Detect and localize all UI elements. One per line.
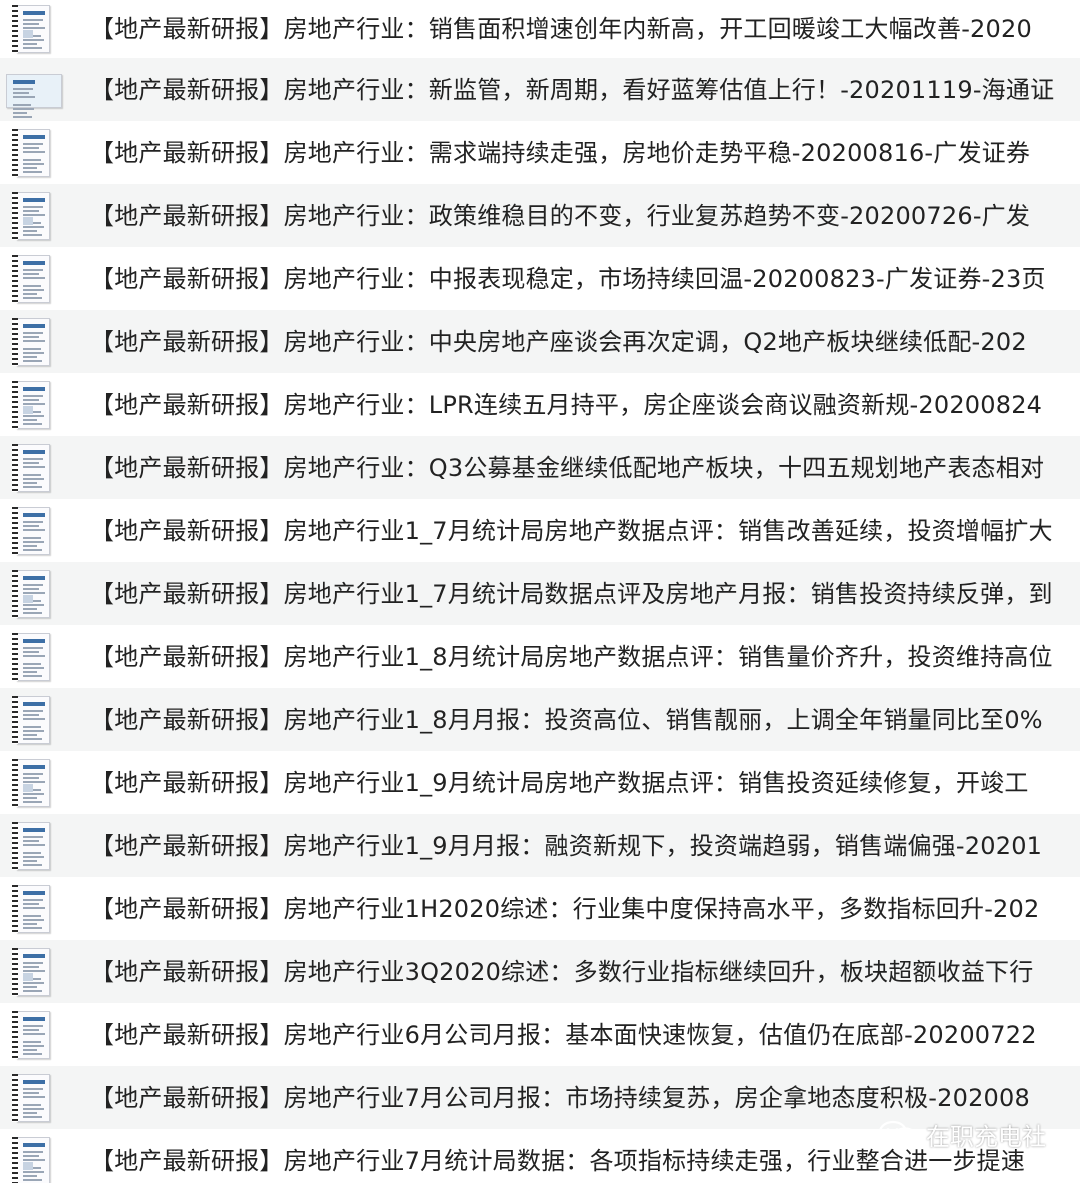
file-name: 【地产最新研报】房地产行业1H2020综述：行业集中度保持高水平，多数指标回升-…: [90, 894, 1040, 923]
file-row[interactable]: 【地产最新研报】房地产行业1H2020综述：行业集中度保持高水平，多数指标回升-…: [0, 877, 1080, 940]
file-name: 【地产最新研报】房地产行业1_7月统计局房地产数据点评：销售改善延续，投资增幅扩…: [90, 516, 1053, 545]
file-name: 【地产最新研报】房地产行业1_7月统计局数据点评及房地产月报：销售投资持续反弹，…: [90, 579, 1053, 608]
file-row[interactable]: 【地产最新研报】房地产行业1_8月统计局房地产数据点评：销售量价齐升，投资维持高…: [0, 625, 1080, 688]
file-row[interactable]: 【地产最新研报】房地产行业：Q3公募基金继续低配地产板块，十四五规划地产表态相对: [0, 436, 1080, 499]
watermark: 在职充电社: [878, 1117, 1046, 1151]
file-name: 【地产最新研报】房地产行业：LPR连续五月持平，房企座谈会商议融资新规-2020…: [90, 390, 1043, 419]
file-row[interactable]: 【地产最新研报】房地产行业1_7月统计局数据点评及房地产月报：销售投资持续反弹，…: [0, 562, 1080, 625]
watermark-text: 在职充电社: [926, 1122, 1046, 1151]
file-row[interactable]: 【地产最新研报】房地产行业：政策维稳目的不变，行业复苏趋势不变-20200726…: [0, 184, 1080, 247]
file-row[interactable]: 【地产最新研报】房地产行业3Q2020综述：多数行业指标继续回升，板块超额收益下…: [0, 940, 1080, 1003]
file-row[interactable]: 【地产最新研报】房地产行业6月公司月报：基本面快速恢复，估值仍在底部-20200…: [0, 1003, 1080, 1066]
file-name: 【地产最新研报】房地产行业：销售面积增速创年内新高，开工回暖竣工大幅改善-202…: [90, 15, 1032, 43]
file-name: 【地产最新研报】房地产行业：中报表现稳定，市场持续回温-20200823-广发证…: [90, 264, 1046, 293]
file-name: 【地产最新研报】房地产行业3Q2020综述：多数行业指标继续回升，板块超额收益下…: [90, 957, 1034, 986]
pdf-thumbnail-icon: [12, 568, 52, 620]
pdf-thumbnail-icon: [12, 505, 52, 557]
file-name: 【地产最新研报】房地产行业6月公司月报：基本面快速恢复，估值仍在底部-20200…: [90, 1020, 1037, 1049]
file-name: 【地产最新研报】房地产行业：新监管，新周期，看好蓝筹估值上行！-20201119…: [90, 75, 1055, 104]
file-row[interactable]: 【地产最新研报】房地产行业：中央房地产座谈会再次定调，Q2地产板块继续低配-20…: [0, 310, 1080, 373]
pdf-thumbnail-icon: [12, 694, 52, 746]
file-list: 【地产最新研报】房地产行业：销售面积增速创年内新高，开工回暖竣工大幅改善-202…: [0, 0, 1080, 1183]
pdf-thumbnail-icon: [12, 379, 52, 431]
file-name: 【地产最新研报】房地产行业：需求端持续走强，房地价走势平稳-20200816-广…: [90, 138, 1031, 167]
file-row[interactable]: 【地产最新研报】房地产行业1_7月统计局房地产数据点评：销售改善延续，投资增幅扩…: [0, 499, 1080, 562]
file-name: 【地产最新研报】房地产行业1_8月统计局房地产数据点评：销售量价齐升，投资维持高…: [90, 642, 1053, 671]
file-row[interactable]: 【地产最新研报】房地产行业：LPR连续五月持平，房企座谈会商议融资新规-2020…: [0, 373, 1080, 436]
file-name: 【地产最新研报】房地产行业1_8月月报：投资高位、销售靓丽，上调全年销量同比至0…: [90, 705, 1043, 734]
file-row[interactable]: 【地产最新研报】房地产行业1_8月月报：投资高位、销售靓丽，上调全年销量同比至0…: [0, 688, 1080, 751]
file-name: 【地产最新研报】房地产行业：中央房地产座谈会再次定调，Q2地产板块继续低配-20…: [90, 327, 1027, 356]
pdf-thumbnail-icon: [12, 757, 52, 809]
pdf-thumbnail-icon: [12, 316, 52, 368]
file-row[interactable]: 【地产最新研报】房地产行业1_9月月报：融资新规下，投资端趋弱，销售端偏强-20…: [0, 814, 1080, 877]
pdf-thumbnail-icon: [12, 820, 52, 872]
pdf-thumbnail-icon: [12, 1135, 52, 1183]
pdf-thumbnail-icon: [12, 631, 52, 683]
file-row[interactable]: 【地产最新研报】房地产行业：中报表现稳定，市场持续回温-20200823-广发证…: [0, 247, 1080, 310]
file-name: 【地产最新研报】房地产行业：Q3公募基金继续低配地产板块，十四五规划地产表态相对: [90, 453, 1045, 482]
pdf-thumbnail-icon: [12, 1072, 52, 1124]
pdf-thumbnail-icon: [12, 1009, 52, 1061]
pdf-thumbnail-icon: [12, 253, 52, 305]
pdf-thumbnail-icon: [12, 127, 52, 179]
file-row[interactable]: 【地产最新研报】房地产行业：销售面积增速创年内新高，开工回暖竣工大幅改善-202…: [0, 0, 1080, 58]
pdf-thumbnail-icon: [12, 442, 52, 494]
file-name: 【地产最新研报】房地产行业7月公司月报：市场持续复苏，房企拿地态度积极-2020…: [90, 1083, 1030, 1112]
pdf-thumbnail-icon: [12, 190, 52, 242]
pdf-thumbnail-icon: [6, 64, 62, 118]
file-row[interactable]: 【地产最新研报】房地产行业：新监管，新周期，看好蓝筹估值上行！-20201119…: [0, 58, 1080, 121]
pdf-thumbnail-icon: [12, 3, 52, 55]
pdf-thumbnail-icon: [12, 946, 52, 998]
file-name: 【地产最新研报】房地产行业1_9月月报：融资新规下，投资端趋弱，销售端偏强-20…: [90, 831, 1043, 860]
file-name: 【地产最新研报】房地产行业1_9月统计局房地产数据点评：销售投资延续修复，开竣工: [90, 768, 1029, 797]
file-name: 【地产最新研报】房地产行业：政策维稳目的不变，行业复苏趋势不变-20200726…: [90, 201, 1031, 230]
wechat-icon: [878, 1120, 918, 1147]
file-row[interactable]: 【地产最新研报】房地产行业：需求端持续走强，房地价走势平稳-20200816-广…: [0, 121, 1080, 184]
pdf-thumbnail-icon: [12, 883, 52, 935]
file-row[interactable]: 【地产最新研报】房地产行业1_9月统计局房地产数据点评：销售投资延续修复，开竣工: [0, 751, 1080, 814]
